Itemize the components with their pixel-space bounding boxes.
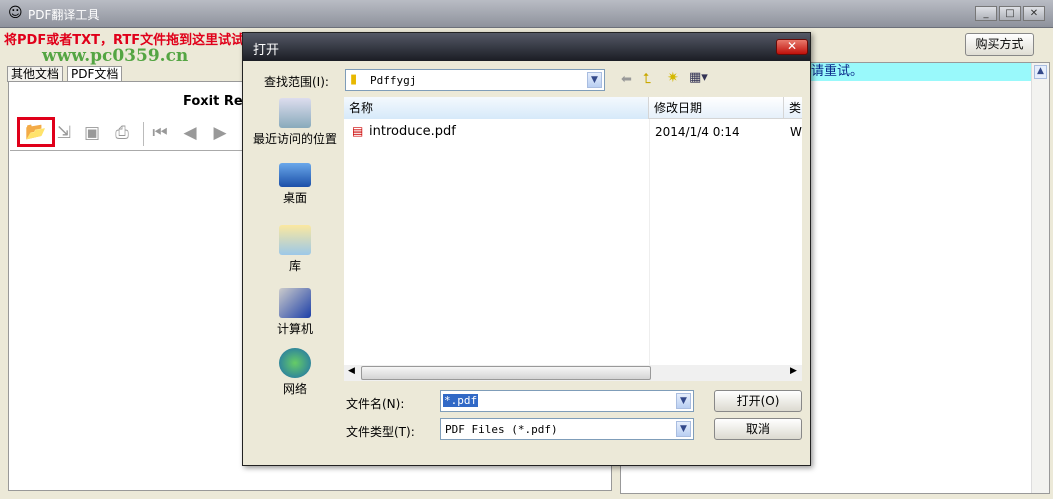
save-icon[interactable]: ▣ bbox=[79, 120, 105, 146]
place-desktop[interactable]: 桌面 bbox=[248, 163, 342, 206]
column-divider bbox=[649, 119, 650, 365]
open-folder-icon[interactable]: 📂 bbox=[17, 117, 55, 147]
chevron-down-icon[interactable]: ▼ bbox=[676, 421, 691, 437]
import-icon[interactable]: ⇲ bbox=[51, 120, 77, 146]
filename-input[interactable]: *.pdf ▼ bbox=[440, 390, 694, 412]
up-folder-icon[interactable]: ⮤ bbox=[643, 71, 651, 87]
minimize-button[interactable]: _ bbox=[975, 6, 997, 21]
tab-pdf-docs[interactable]: PDF文档 bbox=[67, 66, 123, 82]
new-folder-icon[interactable]: ✷ bbox=[667, 70, 679, 86]
close-button[interactable]: ✕ bbox=[1023, 6, 1045, 21]
back-icon[interactable]: ⬅ bbox=[621, 72, 632, 87]
place-label: 库 bbox=[288, 259, 301, 273]
scroll-up-icon[interactable]: ▲ bbox=[1034, 65, 1047, 79]
place-label: 网络 bbox=[282, 382, 307, 396]
pdf-file-icon: ▤ bbox=[352, 124, 364, 138]
filename-label: 文件名(N): bbox=[346, 397, 405, 411]
buy-button[interactable]: 购买方式 bbox=[965, 33, 1034, 56]
computer-icon bbox=[279, 288, 311, 318]
chevron-down-icon[interactable]: ▼ bbox=[587, 72, 602, 88]
place-label: 最近访问的位置 bbox=[252, 132, 337, 146]
vertical-scrollbar[interactable]: ▲ bbox=[1031, 63, 1049, 493]
watermark: www.pc0359.cn bbox=[42, 46, 189, 66]
look-in-value: Pdffygj bbox=[370, 74, 417, 87]
recent-places-icon bbox=[279, 98, 311, 128]
cancel-button[interactable]: 取消 bbox=[714, 418, 802, 440]
filetype-value: PDF Files (*.pdf) bbox=[445, 423, 558, 436]
view-menu-icon[interactable]: ▦▾ bbox=[689, 70, 708, 85]
open-file-dialog: 打开 ✕ 查找范围(I): ▮ Pdffygj ▼ ⬅ ⮤ ✷ ▦▾ 最近访问的… bbox=[242, 32, 811, 466]
scroll-thumb[interactable] bbox=[361, 366, 651, 380]
look-in-label: 查找范围(I): bbox=[264, 75, 329, 89]
print-icon[interactable]: ⎙ bbox=[109, 120, 135, 146]
place-network[interactable]: 网络 bbox=[248, 348, 342, 397]
open-button[interactable]: 打开(O) bbox=[714, 390, 802, 412]
column-date[interactable]: 修改日期 bbox=[649, 97, 784, 119]
tab-other-docs[interactable]: 其他文档 bbox=[7, 66, 64, 82]
places-bar: 最近访问的位置 桌面 库 计算机 网络 bbox=[248, 93, 342, 438]
horizontal-scrollbar[interactable]: ◀ ▶ bbox=[344, 365, 802, 381]
column-type[interactable]: 类 bbox=[784, 97, 802, 119]
file-row[interactable]: ▤ introduce.pdf 2014/1/4 0:14 W bbox=[344, 122, 802, 142]
desktop-icon bbox=[279, 163, 311, 187]
app-title: PDF翻译工具 bbox=[28, 8, 100, 22]
library-icon bbox=[279, 225, 311, 255]
file-list: 名称 修改日期 类 ▤ introduce.pdf 2014/1/4 0:14 … bbox=[344, 97, 802, 381]
network-icon bbox=[279, 348, 311, 378]
folder-icon: ▮ bbox=[350, 72, 358, 87]
place-label: 桌面 bbox=[282, 191, 307, 205]
dialog-title: 打开 bbox=[253, 43, 280, 58]
file-list-header: 名称 修改日期 类 bbox=[344, 97, 802, 119]
chevron-down-icon[interactable]: ▼ bbox=[676, 393, 691, 409]
place-computer[interactable]: 计算机 bbox=[248, 288, 342, 337]
app-icon: ☺ bbox=[8, 5, 23, 21]
file-date: 2014/1/4 0:14 bbox=[655, 125, 740, 139]
place-libraries[interactable]: 库 bbox=[248, 225, 342, 274]
place-label: 计算机 bbox=[276, 322, 313, 336]
scroll-left-icon[interactable]: ◀ bbox=[348, 366, 355, 376]
filename-value: *.pdf bbox=[443, 394, 479, 407]
file-type: W bbox=[790, 125, 802, 139]
maximize-button[interactable]: □ bbox=[999, 6, 1021, 21]
scroll-right-icon[interactable]: ▶ bbox=[790, 366, 797, 376]
file-name: introduce.pdf bbox=[369, 124, 456, 139]
place-recent[interactable]: 最近访问的位置 bbox=[248, 98, 342, 147]
prev-page-icon[interactable]: ◀ bbox=[177, 120, 203, 146]
dialog-close-button[interactable]: ✕ bbox=[776, 39, 808, 55]
filetype-select[interactable]: PDF Files (*.pdf) ▼ bbox=[440, 418, 694, 440]
next-page-icon[interactable]: ▶ bbox=[207, 120, 233, 146]
look-in-combo[interactable]: ▮ Pdffygj ▼ bbox=[345, 69, 605, 91]
toolbar-divider bbox=[143, 122, 144, 146]
filetype-label: 文件类型(T): bbox=[346, 425, 415, 439]
main-title-bar: ☺ PDF翻译工具 _ □ ✕ bbox=[0, 0, 1053, 28]
first-page-icon[interactable]: ⏮ bbox=[147, 120, 173, 146]
dialog-title-bar: 打开 ✕ bbox=[243, 33, 810, 61]
column-name[interactable]: 名称 bbox=[344, 97, 649, 119]
